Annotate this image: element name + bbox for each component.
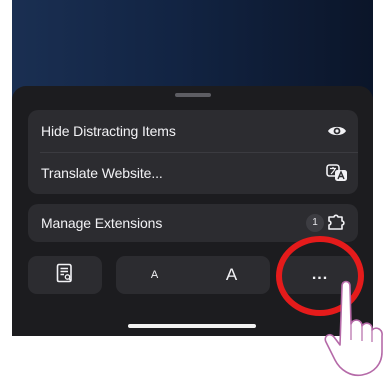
reader-icon — [56, 263, 74, 288]
translate-website-row[interactable]: Translate Website... — [28, 152, 358, 194]
increase-text-size-button[interactable]: A — [193, 256, 270, 294]
puzzle-icon — [326, 214, 348, 232]
manage-extensions-label: Manage Extensions — [41, 215, 163, 231]
translate-icon — [326, 164, 348, 182]
home-indicator[interactable] — [128, 324, 256, 328]
eye-icon — [326, 122, 348, 140]
wallpaper — [12, 0, 373, 100]
hide-distracting-items-label: Hide Distracting Items — [41, 123, 176, 139]
hide-distracting-items-row[interactable]: Hide Distracting Items — [28, 110, 358, 152]
translate-website-label: Translate Website... — [41, 165, 163, 181]
pointing-hand-icon — [324, 280, 383, 377]
decrease-text-size-button[interactable]: A — [116, 256, 193, 294]
sheet-grabber[interactable] — [175, 93, 211, 97]
text-size-control: A A — [116, 256, 270, 294]
menu-group-page-tools: Hide Distracting Items Translate Website… — [28, 110, 358, 194]
reader-button[interactable] — [28, 256, 102, 294]
extensions-count-badge: 1 — [306, 214, 324, 232]
